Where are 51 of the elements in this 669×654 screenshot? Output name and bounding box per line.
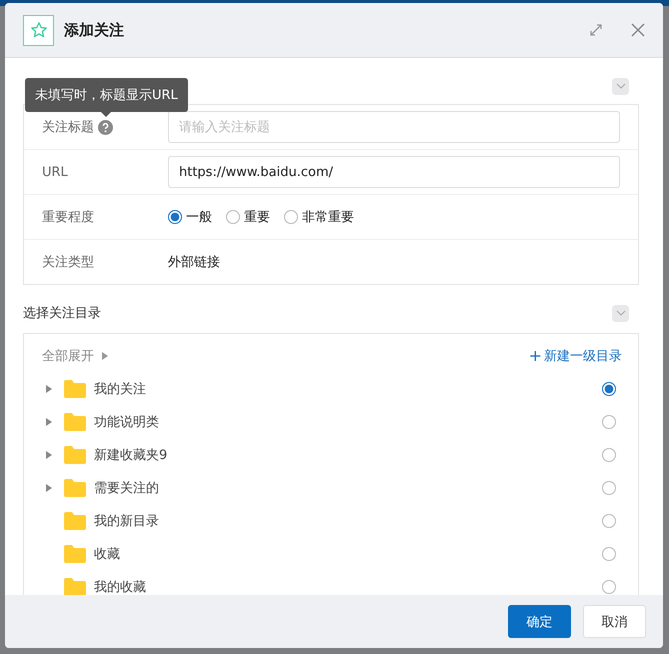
folder-name[interactable]: 我的新目录 [94, 512, 159, 530]
folder-name[interactable]: 收藏 [94, 544, 120, 562]
folder-name[interactable]: 功能说明类 [94, 412, 159, 430]
expand-all-button[interactable]: 全部展开 [42, 347, 94, 365]
folder-icon [64, 380, 86, 398]
collapse-button[interactable] [612, 304, 629, 322]
radio-option[interactable]: 非常重要 [284, 208, 354, 226]
radio-button[interactable] [602, 414, 616, 428]
field-label: URL [42, 164, 68, 180]
expand-caret-icon[interactable] [46, 484, 52, 492]
close-icon[interactable] [631, 23, 645, 37]
cancel-button[interactable]: 取消 [583, 605, 646, 638]
folder-name[interactable]: 我的收藏 [94, 578, 146, 595]
radio-option[interactable]: 重要 [226, 208, 270, 226]
caret-icon[interactable] [102, 352, 108, 360]
folder-icon [64, 544, 86, 562]
radio-button[interactable] [602, 546, 616, 560]
text-input[interactable]: https://www.baidu.com/ [168, 156, 620, 188]
radio-button[interactable] [602, 580, 616, 594]
folder-icon [64, 446, 86, 464]
folder-icon [64, 512, 86, 530]
dialog-title: 添加关注 [64, 20, 124, 40]
field-label: 关注类型 [42, 254, 94, 271]
folder-name[interactable]: 我的关注 [94, 380, 146, 398]
radio-button[interactable] [602, 382, 616, 396]
expand-caret-icon[interactable] [46, 418, 52, 426]
radio-button[interactable] [602, 480, 616, 494]
expand-caret-icon[interactable] [46, 450, 52, 458]
expand-caret-icon[interactable] [46, 384, 52, 392]
field-label: 关注标题 [42, 119, 94, 136]
text-input[interactable]: 请输入关注标题 [168, 111, 620, 143]
help-icon[interactable] [98, 120, 113, 134]
folder-icon [64, 412, 86, 430]
field-label: 重要程度 [42, 209, 94, 226]
new-folder-button[interactable]: +新建一级目录 [528, 347, 622, 365]
maximize-icon[interactable] [589, 23, 603, 37]
radio-button[interactable] [602, 448, 616, 462]
section-title: 选择关注目录 [23, 305, 101, 322]
field-value: 外部链接 [168, 254, 220, 271]
folder-name[interactable]: 需要关注的 [94, 478, 159, 496]
radio-button[interactable] [602, 514, 616, 528]
folder-icon [64, 578, 86, 595]
chevron-down-icon [616, 83, 626, 89]
confirm-button[interactable]: 确定 [508, 605, 571, 638]
tooltip-arrow [101, 112, 111, 117]
radio-option[interactable]: 一般 [168, 208, 212, 226]
folder-name[interactable]: 新建收藏夹9 [94, 446, 168, 464]
folder-icon [64, 478, 86, 496]
chevron-down-icon [616, 310, 626, 316]
tooltip: 未填写时，标题显示URL [25, 78, 188, 112]
collapse-button[interactable] [612, 78, 629, 94]
